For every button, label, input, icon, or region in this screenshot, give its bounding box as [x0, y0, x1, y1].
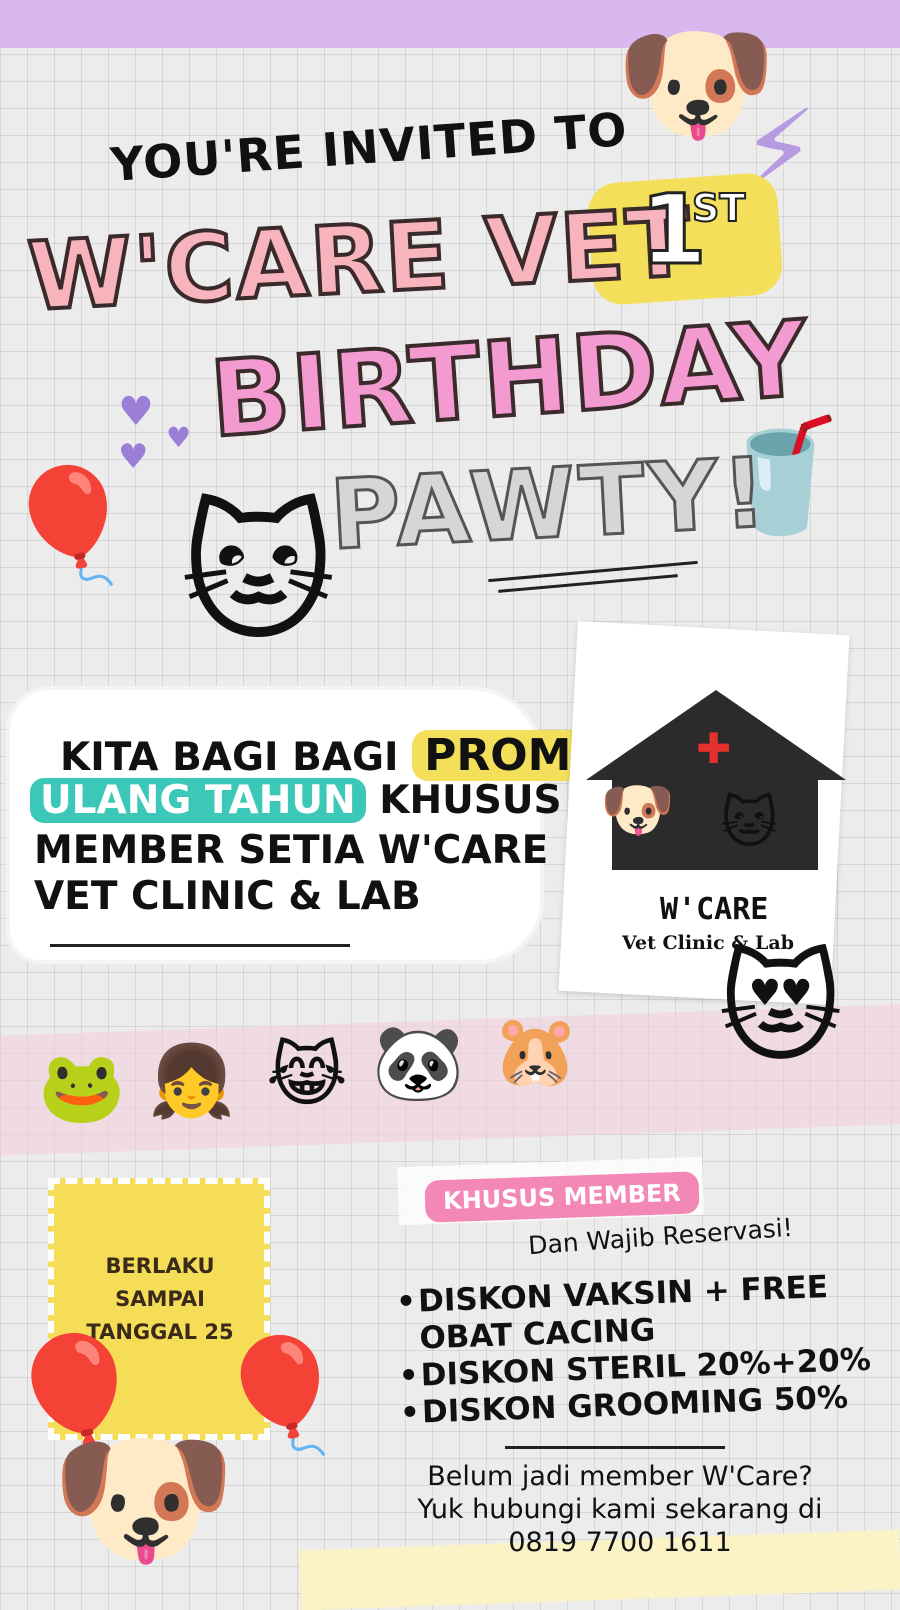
cat-hug-heart-icon: 😻	[718, 940, 844, 1079]
heart-icon: ♥	[118, 389, 154, 435]
bullet-marker: •	[395, 1283, 417, 1321]
decorative-underline	[50, 944, 350, 947]
promo-line-1: KITA BAGI BAGI PROMO	[60, 730, 621, 781]
cat-face-icon: 🐱	[720, 791, 779, 856]
cat-face-icon: 😹	[266, 1034, 348, 1116]
promo-line-2-suffix: KHUSUS	[379, 778, 562, 823]
heart-icon: ♥	[118, 437, 149, 477]
promo-line-1-prefix: KITA BAGI BAGI	[60, 735, 399, 780]
decorative-underline	[488, 560, 698, 583]
validity-line-2: SAMPAI	[115, 1287, 205, 1311]
validity-line-1: BERLAKU	[105, 1254, 215, 1278]
discount-list: •DISKON VAKSIN + FREE OBAT CACING •DISKO…	[396, 1268, 873, 1432]
cat-face-icon: 🐱	[180, 488, 337, 662]
promo-line-4: VET CLINIC & LAB	[34, 874, 421, 919]
girl-face-icon: 👧	[148, 1040, 236, 1122]
anniversary-highlight: ULANG TAHUN	[30, 778, 366, 823]
panda-icon: 🐼	[372, 1020, 465, 1106]
invited-heading: YOU'RE INVITED TO	[108, 102, 630, 192]
title-pawty: PAWTY!	[326, 435, 774, 573]
contact-line-2: Yuk hubungi kami sekarang di	[417, 1494, 823, 1525]
frog-icon: 🐸	[38, 1046, 126, 1128]
bullet-marker: •	[399, 1394, 421, 1432]
balloon-icon: 🎈	[0, 461, 137, 589]
decorative-underline	[505, 1446, 725, 1449]
title-wcare-vet: W'CARE VET	[24, 187, 697, 335]
promo-line-2: ULANG TAHUN KHUSUS	[30, 778, 562, 823]
contact-line-1: Belum jadi member W'Care?	[427, 1461, 813, 1492]
heart-icon: ♥	[166, 421, 192, 454]
bullet-marker: •	[398, 1357, 420, 1395]
dog-face-icon: 🐶	[50, 1412, 237, 1586]
hamster-icon: 🐹	[492, 1010, 580, 1092]
medical-cross-icon: ✚	[696, 724, 732, 773]
ordinal-suffix: ST	[691, 185, 746, 231]
reservation-note: Dan Wajib Reservasi!	[527, 1212, 794, 1261]
contact-block: Belum jadi member W'Care? Yuk hubungi ka…	[390, 1460, 850, 1559]
contact-phone[interactable]: 0819 7700 1611	[390, 1526, 850, 1559]
clinic-logo-brand: W'CARE	[660, 892, 769, 927]
dog-face-icon: 🐶	[600, 775, 675, 845]
promo-line-3: MEMBER SETIA W'CARE	[34, 828, 549, 873]
